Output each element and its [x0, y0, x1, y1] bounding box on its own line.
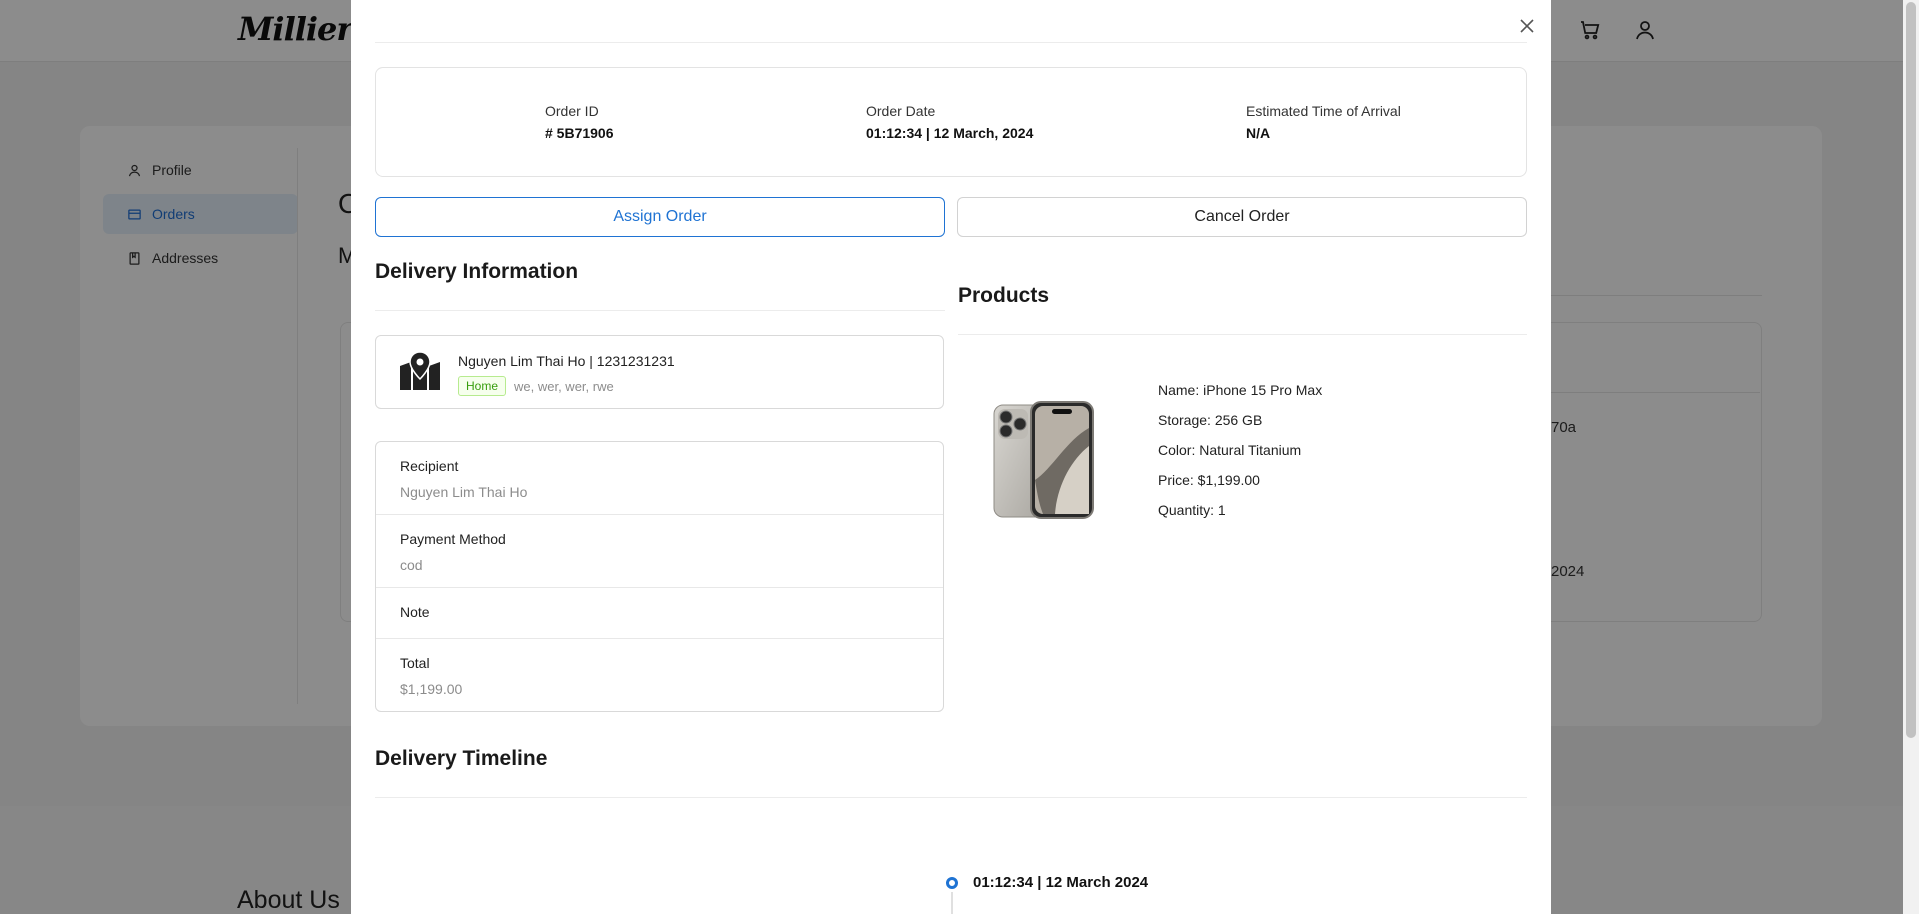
product-details: Name: iPhone 15 Pro Max Storage: 256 GB … [1158, 380, 1322, 530]
product-image [993, 400, 1095, 520]
close-icon [1520, 19, 1534, 33]
note-label: Note [400, 604, 430, 620]
recipient-row: Recipient Nguyen Lim Thai Ho [376, 442, 943, 515]
recipient-label: Recipient [400, 458, 459, 474]
assign-order-button[interactable]: Assign Order [375, 197, 945, 237]
modal-header-divider [375, 42, 1527, 43]
order-date-value: 01:12:34 | 12 March, 2024 [866, 125, 1034, 141]
address-name-phone: Nguyen Lim Thai Ho | 1231231231 [458, 353, 675, 369]
product-color: Color: Natural Titanium [1158, 442, 1302, 458]
timeline-divider [375, 797, 1527, 798]
timeline-dot [946, 877, 958, 889]
product-price: Price: $1,199.00 [1158, 472, 1260, 488]
payment-row: Payment Method cod [376, 515, 943, 588]
total-row: Total $1,199.00 [376, 639, 943, 712]
order-id-value: # 5B71906 [545, 125, 614, 141]
scrollbar-thumb[interactable] [1906, 2, 1916, 738]
product-quantity: Quantity: 1 [1158, 502, 1226, 518]
timeline-connector [951, 892, 953, 914]
delivery-info-title: Delivery Information [375, 260, 579, 283]
delivery-divider [375, 310, 945, 311]
product-storage: Storage: 256 GB [1158, 412, 1263, 428]
note-row: Note [376, 588, 943, 639]
order-date-block: Order Date 01:12:34 | 12 March, 2024 [866, 103, 1033, 141]
order-summary-card: Order ID # 5B71906 Order Date 01:12:34 |… [375, 67, 1527, 177]
payment-method-label: Payment Method [400, 531, 506, 547]
order-detail-modal: Order ID # 5B71906 Order Date 01:12:34 |… [351, 0, 1551, 914]
eta-label: Estimated Time of Arrival [1246, 103, 1401, 119]
product-name: Name: iPhone 15 Pro Max [1158, 382, 1323, 398]
total-value: $1,199.00 [400, 681, 463, 697]
address-type-tag: Home [458, 376, 507, 396]
order-id-label: Order ID [545, 103, 599, 119]
recipient-value: Nguyen Lim Thai Ho [400, 484, 528, 500]
products-divider [958, 334, 1527, 335]
total-label: Total [400, 655, 430, 671]
map-pin-icon [398, 351, 442, 397]
address-detail: we, wer, wer, rwe [514, 378, 614, 394]
address-row: Home we, wer, wer, rwe [458, 376, 614, 396]
timeline-event-time: 01:12:34 | 12 March 2024 [973, 874, 1149, 891]
address-card: Nguyen Lim Thai Ho | 1231231231 Home we,… [375, 335, 944, 409]
delivery-info-card: Recipient Nguyen Lim Thai Ho Payment Met… [375, 441, 944, 712]
payment-method-value: cod [400, 557, 423, 573]
delivery-timeline-title: Delivery Timeline [375, 747, 548, 770]
eta-block: Estimated Time of Arrival N/A [1246, 103, 1401, 141]
order-id-block: Order ID # 5B71906 [545, 103, 614, 141]
close-button[interactable] [1515, 14, 1539, 38]
eta-value: N/A [1246, 125, 1271, 141]
products-title: Products [958, 284, 1050, 307]
order-date-label: Order Date [866, 103, 936, 119]
cancel-order-button[interactable]: Cancel Order [957, 197, 1527, 237]
